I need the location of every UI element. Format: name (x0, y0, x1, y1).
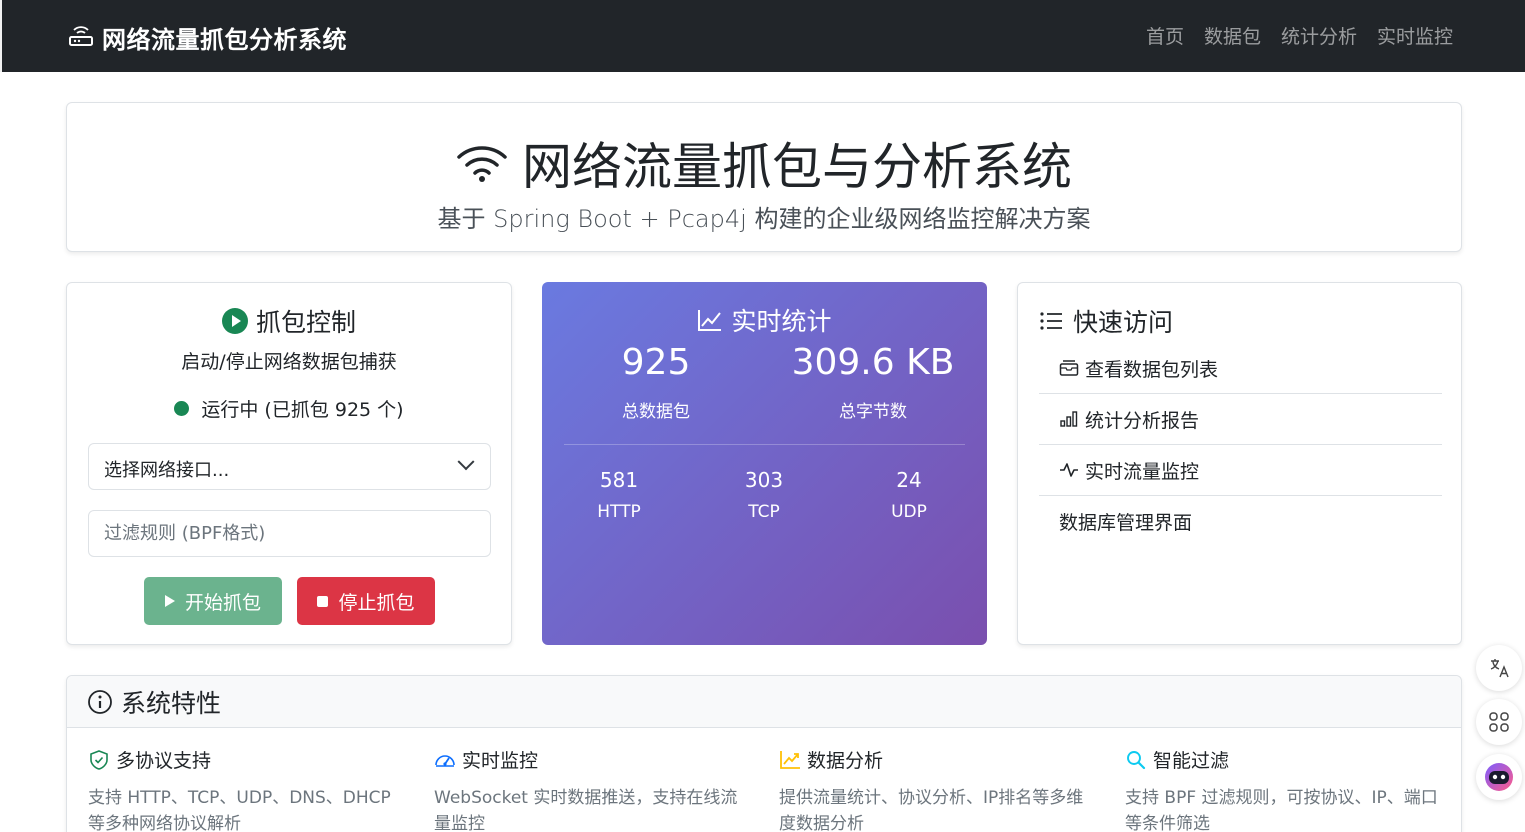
list-icon (1040, 312, 1062, 330)
protocol-stat-http: 581 HTTP (564, 468, 674, 522)
feature-title-row: 多协议支持 (88, 746, 408, 773)
total-bytes-stat: 309.6 KB 总字节数 (773, 342, 973, 422)
protocol-label: UDP (891, 502, 927, 522)
search-icon (1127, 750, 1146, 769)
protocol-label: HTTP (597, 502, 641, 522)
quick-link-label: 数据库管理界面 (1059, 512, 1193, 534)
activity-icon (1060, 463, 1078, 477)
stats-divider (564, 444, 965, 445)
capture-control-title: 抓包控制 (255, 308, 356, 337)
feature-multi-protocol: 多协议支持 支持 HTTP、TCP、UDP、DNS、DHCP 等多种网络协议解析 (88, 746, 408, 832)
nav-link-packets[interactable]: 数据包 (1204, 22, 1261, 49)
graph-up-icon (780, 750, 800, 769)
interface-select[interactable]: 选择网络接口... (88, 443, 491, 490)
feature-title: 数据分析 (807, 750, 884, 772)
quick-link-label: 查看数据包列表 (1085, 358, 1219, 381)
capture-control-heading: 抓包控制 (67, 303, 511, 339)
command-glyph (1489, 712, 1509, 732)
start-capture-label: 开始抓包 (184, 591, 261, 614)
stats-heading: 实时统计 (542, 302, 987, 338)
quick-link-traffic-monitor[interactable]: 实时流量监控 (1039, 445, 1442, 496)
feature-description: 提供流量统计、协议分析、IP排名等多维度数据分析 (779, 788, 1084, 832)
translate-glyph (1490, 659, 1509, 678)
feature-title-row: 数据分析 (779, 746, 1099, 773)
protocol-count: 581 (599, 468, 639, 492)
bar-chart-icon (1060, 411, 1078, 427)
total-bytes-label: 总字节数 (839, 402, 907, 422)
brand[interactable]: 网络流量抓包分析系统 (68, 22, 347, 54)
feature-title: 智能过滤 (1153, 750, 1230, 772)
feature-title-row: 实时监控 (434, 746, 754, 773)
shield-check-icon (90, 749, 108, 770)
start-capture-button[interactable]: 开始抓包 (144, 577, 282, 625)
apps-icon[interactable] (1476, 699, 1522, 745)
feature-description: WebSocket 实时数据推送，支持在线流量监控 (434, 788, 738, 832)
stop-capture-label: 停止抓包 (338, 591, 415, 614)
speedometer-icon (435, 754, 455, 767)
translate-icon[interactable] (1476, 645, 1522, 691)
protocol-stat-tcp: 303 TCP (709, 468, 819, 522)
router-icon (69, 26, 93, 46)
protocol-count: 24 (896, 468, 922, 492)
line-chart-icon (698, 310, 722, 331)
realtime-stats-card: 实时统计 925 总数据包 309.6 KB 总字节数 581 HTTP 303… (542, 282, 987, 645)
quick-link-statistics-report[interactable]: 统计分析报告 (1039, 394, 1442, 445)
stats-title: 实时统计 (731, 307, 832, 336)
inbox-icon (1059, 360, 1079, 376)
quick-link-database-admin[interactable]: 数据库管理界面 (1039, 496, 1442, 547)
capture-status: 运行中 (已抓包 925 个) (67, 395, 511, 422)
protocol-stat-udp: 24 UDP (854, 468, 964, 522)
filter-input[interactable] (88, 510, 491, 557)
feature-data-analysis: 数据分析 提供流量统计、协议分析、IP排名等多维度数据分析 (779, 746, 1099, 832)
system-features-card: 系统特性 多协议支持 支持 HTTP、TCP、UDP、DNS、DHCP 等多种网… (66, 675, 1462, 832)
play-circle-icon (221, 308, 248, 334)
feature-title-row: 智能过滤 (1125, 746, 1445, 773)
hero-heading: 网络流量抓包与分析系统 (67, 127, 1461, 199)
feature-smart-filter: 智能过滤 支持 BPF 过滤规则，可按协议、IP、端口等条件筛选 (1125, 746, 1445, 832)
wifi-icon (457, 146, 507, 182)
total-bytes-value: 309.6 KB (791, 342, 955, 383)
feature-description: 支持 BPF 过滤规则，可按协议、IP、端口等条件筛选 (1125, 788, 1438, 832)
nav-link-monitor[interactable]: 实时监控 (1377, 22, 1453, 49)
info-circle-icon (88, 689, 112, 714)
brand-title: 网络流量抓包分析系统 (102, 25, 347, 54)
nav-link-home[interactable]: 首页 (1146, 22, 1184, 49)
protocol-label: TCP (748, 502, 780, 522)
interface-select-value: 选择网络接口... (104, 460, 230, 481)
navbar: 网络流量抓包分析系统 首页 数据包 统计分析 实时监控 (0, 0, 1525, 72)
protocol-count: 303 (744, 468, 784, 492)
status-dot-icon (174, 401, 190, 416)
nav-links: 首页 数据包 统计分析 实时监控 (1146, 22, 1453, 49)
quick-link-packet-list[interactable]: 查看数据包列表 (1039, 343, 1442, 394)
features-header: 系统特性 (67, 676, 1461, 728)
chevron-down-icon (457, 453, 475, 471)
total-packets-value: 925 (621, 342, 691, 383)
quick-link-label: 统计分析报告 (1085, 409, 1200, 432)
quick-access-card: 快速访问 查看数据包列表 统计分析报告 实时流量监控 数据库管理界面 (1017, 282, 1462, 645)
quick-access-heading: 快速访问 (1039, 303, 1173, 339)
hero-subtitle: 基于 Spring Boot + Pcap4j 构建的企业级网络监控解决方案 (437, 205, 1091, 233)
total-packets-stat: 925 总数据包 (556, 342, 756, 422)
quick-access-title: 快速访问 (1073, 308, 1174, 337)
nav-link-statistics[interactable]: 统计分析 (1281, 22, 1357, 49)
assistant-glyph (1485, 763, 1513, 791)
stop-capture-button[interactable]: 停止抓包 (297, 577, 435, 625)
capture-control-card: 抓包控制 启动/停止网络数据包捕获 运行中 (已抓包 925 个) 选择网络接口… (66, 282, 512, 645)
assistant-icon[interactable] (1476, 754, 1522, 800)
hero-card: 网络流量抓包与分析系统 基于 Spring Boot + Pcap4j 构建的企… (66, 102, 1462, 252)
quick-link-label: 实时流量监控 (1085, 460, 1200, 483)
hero-title: 网络流量抓包与分析系统 (522, 138, 1072, 196)
stop-icon (317, 595, 329, 607)
total-packets-label: 总数据包 (622, 402, 690, 422)
play-icon (164, 595, 175, 607)
capture-control-description: 启动/停止网络数据包捕获 (181, 351, 397, 373)
feature-description: 支持 HTTP、TCP、UDP、DNS、DHCP 等多种网络协议解析 (88, 788, 391, 832)
quick-access-list: 查看数据包列表 统计分析报告 实时流量监控 数据库管理界面 (1039, 343, 1442, 547)
features-title: 系统特性 (121, 688, 222, 718)
feature-title: 实时监控 (462, 750, 539, 772)
feature-title: 多协议支持 (116, 750, 212, 772)
capture-status-text: 运行中 (已抓包 925 个) (201, 399, 404, 421)
feature-realtime-monitor: 实时监控 WebSocket 实时数据推送，支持在线流量监控 (434, 746, 754, 832)
